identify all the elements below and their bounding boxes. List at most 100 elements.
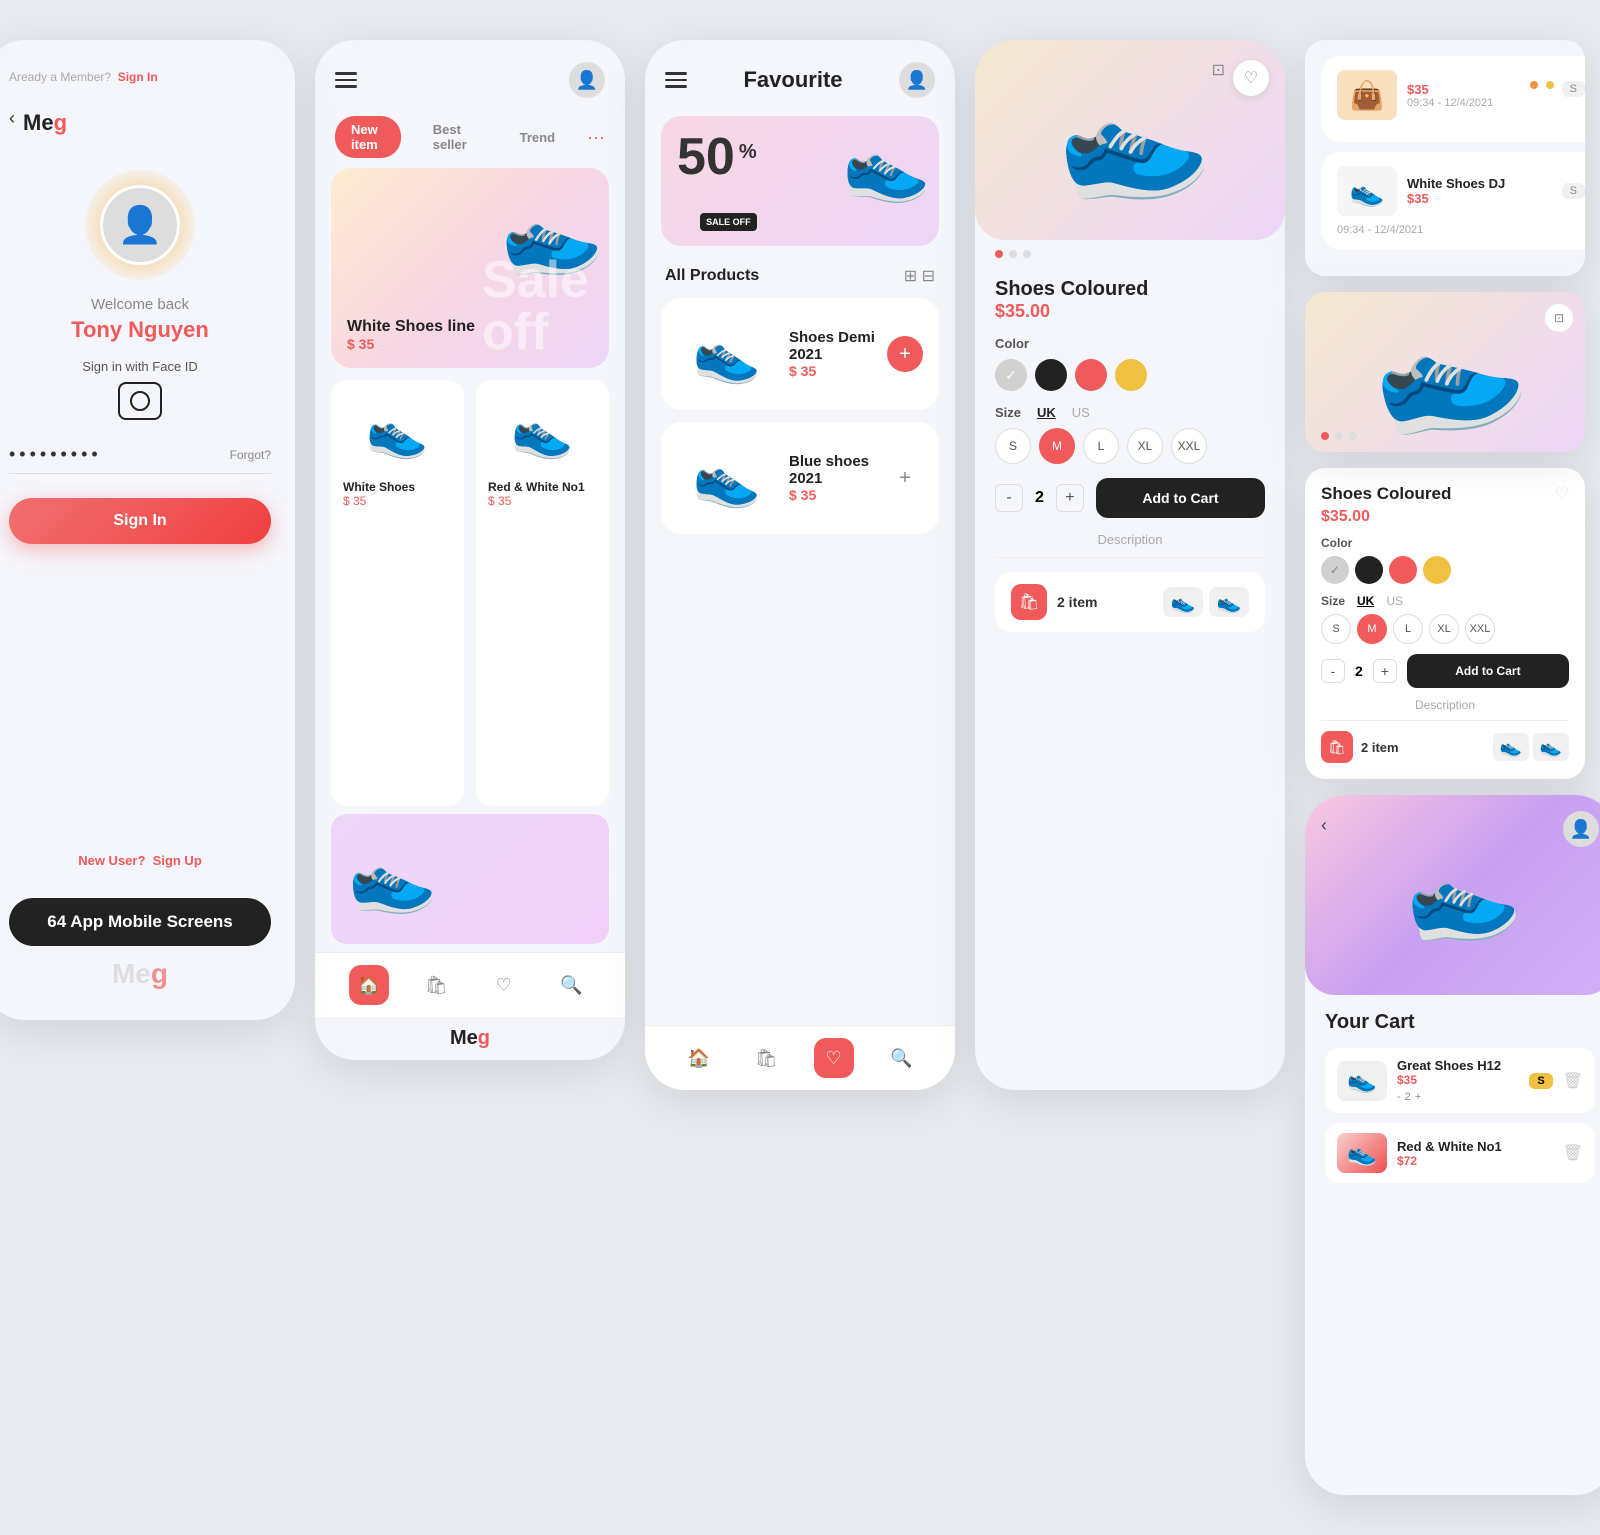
password-row: ••••••••• Forgot? xyxy=(9,444,271,474)
shop-avatar[interactable]: 👤 xyxy=(569,62,605,98)
back-button[interactable]: ‹ xyxy=(9,108,15,129)
card-size-xl[interactable]: XL xyxy=(1429,614,1459,644)
badge-64: 64 App Mobile Screens xyxy=(9,898,271,946)
size-row-card: Size UK US xyxy=(1321,594,1569,608)
detail-heart-button[interactable]: ♡ xyxy=(1233,60,1269,96)
cart-back-button[interactable]: ‹ xyxy=(1321,815,1327,836)
cart-count-card: 2 item xyxy=(1361,740,1399,755)
dot-0 xyxy=(995,250,1003,258)
nav-search[interactable]: 🔍 xyxy=(551,965,591,1005)
nav-cart[interactable]: 🛍 xyxy=(416,965,456,1005)
order-dots: S xyxy=(1530,81,1585,97)
qty-minus-card[interactable]: - xyxy=(1321,659,1345,683)
size-m[interactable]: M xyxy=(1039,428,1075,464)
nav-home[interactable]: 🏠 xyxy=(349,965,389,1005)
sale-percent-row: 50 % xyxy=(677,131,757,183)
fav-nav-search[interactable]: 🔍 xyxy=(881,1038,921,1078)
cart-bag-card: 🛍 xyxy=(1321,731,1353,763)
view-toggle[interactable]: ⊞ ⊟ xyxy=(904,266,935,286)
size-uk-card[interactable]: UK xyxy=(1357,594,1374,608)
color-gray[interactable]: ✓ xyxy=(995,359,1027,391)
fav-product-card-1[interactable]: 👟 Blue shoes 2021 $ 35 + xyxy=(661,422,939,534)
fav-avatar[interactable]: 👤 xyxy=(899,62,935,98)
bottom-nav: 🏠 🛍 ♡ 🔍 xyxy=(315,952,625,1017)
color-yellow[interactable] xyxy=(1115,359,1147,391)
detail-content: Shoes Coloured $35.00 Color ✓ Size UK US… xyxy=(975,268,1285,1090)
add-cart-btn-card[interactable]: Add to Cart xyxy=(1407,654,1569,688)
hero-price: $ 35 xyxy=(347,336,475,352)
card-color-black[interactable] xyxy=(1355,556,1383,584)
fav-product-info-1: Blue shoes 2021 $ 35 xyxy=(789,453,875,503)
product-card-wide[interactable]: 👟 xyxy=(331,814,609,944)
tab-trend[interactable]: Trend xyxy=(504,124,571,151)
qty-minus-cart[interactable]: - xyxy=(1397,1091,1401,1103)
fav-add-button-0[interactable]: + xyxy=(887,336,923,372)
d-dot-0 xyxy=(1321,432,1329,440)
add-to-cart-button[interactable]: Add to Cart xyxy=(1096,478,1265,518)
fav-product-price-1: $ 35 xyxy=(789,487,875,503)
fav-nav-home[interactable]: 🏠 xyxy=(679,1038,719,1078)
cart-avatar[interactable]: 👤 xyxy=(1563,811,1599,847)
qty-minus[interactable]: - xyxy=(995,484,1023,512)
qty-plus-cart[interactable]: + xyxy=(1415,1091,1421,1103)
card-color-gray[interactable]: ✓ xyxy=(1321,556,1349,584)
size-us-card[interactable]: US xyxy=(1386,594,1403,608)
tab-new-item[interactable]: New item xyxy=(335,116,401,158)
cart-item-thumb-1: 👟 xyxy=(1337,1133,1387,1173)
fav-nav-wishlist[interactable]: ♡ xyxy=(814,1038,854,1078)
card-size-l[interactable]: L xyxy=(1393,614,1423,644)
size-l[interactable]: L xyxy=(1083,428,1119,464)
detail-expand-icon[interactable]: ⊡ xyxy=(1545,304,1573,332)
cart-footer-card: 🛍 2 item 👟 👟 xyxy=(1321,731,1569,763)
card-size-m[interactable]: M xyxy=(1357,614,1387,644)
sign-in-button[interactable]: Sign In xyxy=(9,498,271,544)
size-label: Size xyxy=(995,405,1021,420)
size-xl[interactable]: XL xyxy=(1127,428,1163,464)
card-color-red[interactable] xyxy=(1389,556,1417,584)
tabs-row: New item Best seller Trend ··· xyxy=(315,108,625,168)
forgot-link[interactable]: Forgot? xyxy=(230,448,271,462)
tab-more-dots[interactable]: ··· xyxy=(587,127,605,148)
cart-thumb-1: 👟 xyxy=(1209,587,1249,617)
cart-top-gradient: ‹ 👤 👟 xyxy=(1305,795,1600,995)
tab-best-seller[interactable]: Best seller xyxy=(417,116,488,158)
thumb-0: 👟 xyxy=(1493,733,1529,761)
fav-nav-cart[interactable]: 🛍 xyxy=(746,1038,786,1078)
menu-button[interactable] xyxy=(335,72,357,88)
bag-price: $35 xyxy=(1407,82,1429,97)
fav-add-plain-1[interactable]: + xyxy=(887,460,923,496)
card-size-s[interactable]: S xyxy=(1321,614,1351,644)
fav-menu-button[interactable] xyxy=(665,72,687,88)
size-xxl[interactable]: XXL xyxy=(1171,428,1207,464)
qty-plus-card[interactable]: + xyxy=(1373,659,1397,683)
cart-count: 2 item xyxy=(1057,594,1097,610)
fav-product-card-0[interactable]: 👟 Shoes Demi 2021 $ 35 + xyxy=(661,298,939,410)
nav-wishlist[interactable]: ♡ xyxy=(484,965,524,1005)
color-red[interactable] xyxy=(1075,359,1107,391)
size-us[interactable]: US xyxy=(1072,405,1090,420)
shoes-coloured-heart[interactable]: ♡ xyxy=(1555,484,1569,504)
product-card-red-white[interactable]: 👟 Red & White No1 $ 35 xyxy=(476,380,609,806)
cart-delete-0[interactable]: 🗑 xyxy=(1563,1071,1583,1091)
dj-name: White Shoes DJ xyxy=(1407,176,1552,191)
size-s[interactable]: S xyxy=(995,428,1031,464)
product-card-white-shoes[interactable]: 👟 White Shoes $ 35 xyxy=(331,380,464,806)
expand-icon[interactable]: ⊡ xyxy=(1212,60,1225,80)
color-black[interactable] xyxy=(1035,359,1067,391)
password-field[interactable]: ••••••••• xyxy=(9,444,102,465)
sign-up-link[interactable]: Sign Up xyxy=(153,853,202,868)
size-uk[interactable]: UK xyxy=(1037,405,1056,420)
color-check: ✓ xyxy=(1005,367,1017,384)
shop-header: 👤 xyxy=(315,40,625,108)
card-color-yellow[interactable] xyxy=(1423,556,1451,584)
cart-delete-1[interactable]: 🗑 xyxy=(1563,1143,1583,1163)
card-size-xxl[interactable]: XXL xyxy=(1465,614,1495,644)
sign-in-link[interactable]: Sign In xyxy=(118,70,158,84)
qty-value-card: 2 xyxy=(1355,663,1363,679)
dj-thumb: 👟 xyxy=(1337,166,1397,216)
color-label: Color xyxy=(995,336,1265,351)
cart-item-name-1: Red & White No1 xyxy=(1397,1139,1553,1154)
favourite-title: Favourite xyxy=(743,67,842,93)
dj-info: White Shoes DJ $35 xyxy=(1407,176,1552,206)
qty-plus[interactable]: + xyxy=(1056,484,1084,512)
